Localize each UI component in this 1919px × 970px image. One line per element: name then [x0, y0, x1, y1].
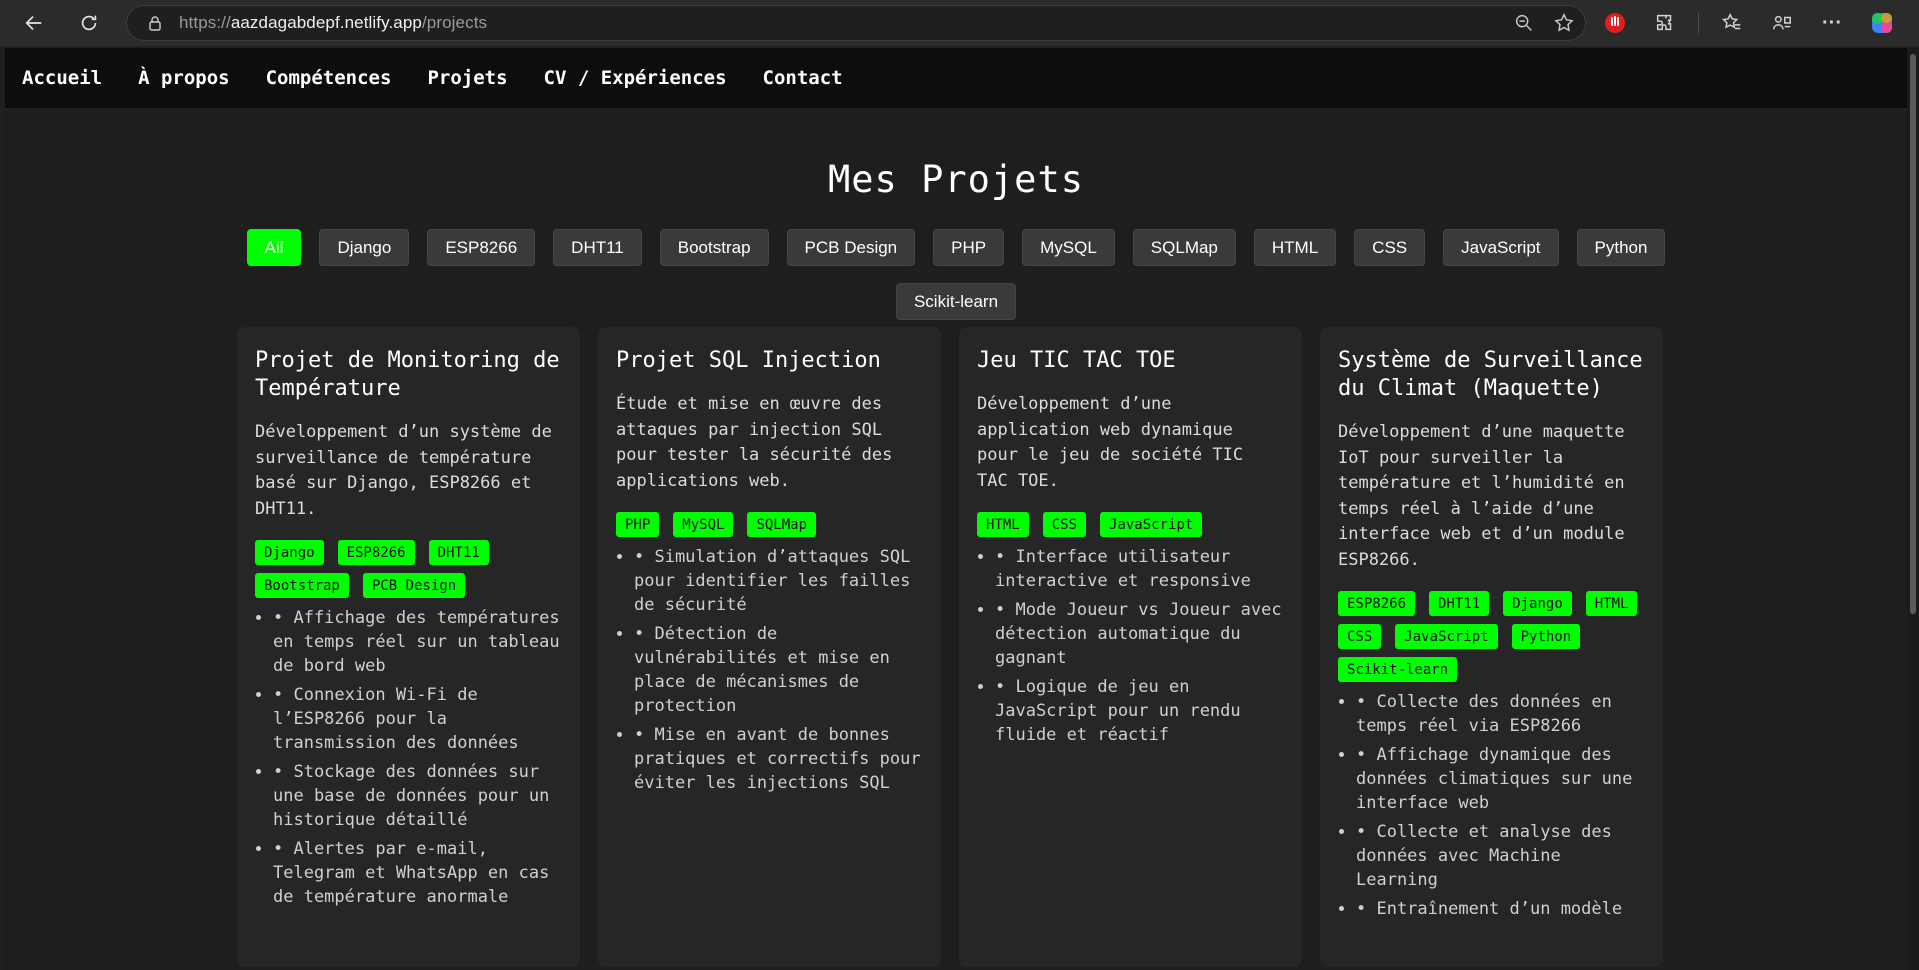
- project-title: Projet SQL Injection: [616, 348, 881, 373]
- tech-tag: JavaScript: [1395, 624, 1498, 649]
- reload-button[interactable]: [72, 6, 106, 40]
- filter-bar: All Django ESP8266 DHT11 Bootstrap PCB D…: [246, 229, 1666, 320]
- reload-icon: [81, 15, 97, 31]
- toolbar-separator: [1698, 12, 1699, 34]
- project-card: Projet de Monitoring de Température Déve…: [237, 327, 580, 967]
- feature-list: • Simulation d’attaques SQL pour identif…: [616, 545, 923, 795]
- project-card: Projet SQL Injection Étude et mise en œu…: [598, 327, 941, 967]
- tech-tag: HTML: [977, 512, 1029, 537]
- tech-tag: SQLMap: [747, 512, 817, 537]
- more-menu-icon[interactable]: ···: [1815, 6, 1849, 40]
- tech-tag: Python: [1511, 624, 1581, 649]
- arrow-left-icon: [25, 15, 42, 31]
- tech-tag: HTML: [1585, 591, 1638, 616]
- nav-link-projets[interactable]: Projets: [427, 67, 507, 89]
- filter-button-bootstrap[interactable]: Bootstrap: [659, 229, 769, 266]
- address-bar[interactable]: https://aazdagabdepf.netlify.app/project…: [126, 5, 1586, 41]
- adblock-extension-icon[interactable]: [1598, 6, 1632, 40]
- tech-tag: ESP8266: [1338, 591, 1416, 616]
- back-button[interactable]: [17, 6, 51, 40]
- filter-button-css[interactable]: CSS: [1354, 229, 1426, 266]
- url-text[interactable]: https://aazdagabdepf.netlify.app/project…: [179, 13, 487, 33]
- filter-button-esp8266[interactable]: ESP8266: [427, 229, 536, 266]
- filter-button-pcb-design[interactable]: PCB Design: [786, 229, 916, 266]
- filter-button-sqlmap[interactable]: SQLMap: [1132, 229, 1236, 266]
- browser-toolbar: https://aazdagabdepf.netlify.app/project…: [0, 0, 1919, 46]
- tech-tag: ESP8266: [337, 540, 415, 565]
- extensions-icon[interactable]: [1648, 6, 1682, 40]
- filter-button-python[interactable]: Python: [1576, 229, 1666, 266]
- filter-button-django[interactable]: Django: [319, 229, 410, 266]
- project-title: Jeu TIC TAC TOE: [977, 348, 1176, 373]
- tech-tag: PCB Design: [362, 573, 466, 598]
- project-card: Système de Surveillance du Climat (Maque…: [1320, 327, 1663, 967]
- tech-tag: CSS: [1042, 512, 1087, 537]
- feature-item: • Entraînement d’un modèle: [1356, 897, 1645, 921]
- project-description: Étude et mise en œuvre des attaques par …: [616, 394, 893, 491]
- feature-item: • Affichage dynamique des données climat…: [1356, 743, 1645, 815]
- nav-link-cv-experiences[interactable]: CV / Expériences: [544, 67, 727, 89]
- project-title: Projet de Monitoring de Température: [255, 348, 560, 401]
- filter-button-all[interactable]: All: [246, 229, 302, 266]
- page-scrollbar[interactable]: [1907, 48, 1919, 970]
- feature-list: • Interface utilisateur interactive et r…: [977, 545, 1284, 747]
- feature-item: • Affichage des températures en temps ré…: [273, 606, 562, 678]
- tech-tag: Scikit-learn: [1338, 657, 1458, 682]
- tech-tag: Django: [1503, 591, 1572, 616]
- filter-button-html[interactable]: HTML: [1253, 229, 1337, 266]
- page-title: Mes Projets: [827, 158, 1085, 201]
- nav-link-competences[interactable]: Compétences: [266, 67, 392, 89]
- filter-button-dht11[interactable]: DHT11: [553, 229, 642, 266]
- feature-item: • Connexion Wi-Fi de l’ESP8266 pour la t…: [273, 683, 562, 755]
- feature-list: • Affichage des températures en temps ré…: [255, 606, 562, 909]
- feature-item: • Interface utilisateur interactive et r…: [995, 545, 1284, 593]
- tech-tag: MySQL: [673, 512, 734, 537]
- tech-tag: CSS: [1338, 624, 1382, 649]
- zoom-icon[interactable]: [1513, 12, 1535, 34]
- filter-button-php[interactable]: PHP: [933, 229, 1005, 266]
- project-cards: Projet de Monitoring de Température Déve…: [237, 327, 1663, 967]
- nav-link-a-propos[interactable]: À propos: [138, 67, 230, 89]
- feature-item: • Mode Joueur vs Joueur avec détection a…: [995, 598, 1284, 670]
- project-title: Système de Surveillance du Climat (Maque…: [1338, 348, 1643, 401]
- tech-tag: JavaScript: [1100, 512, 1203, 537]
- project-tags: Django ESP8266 DHT11 Bootstrap PCB Desig…: [255, 540, 562, 598]
- project-card: Jeu TIC TAC TOE Développement d’une appl…: [959, 327, 1302, 967]
- project-description: Développement d’une application web dyna…: [977, 394, 1244, 491]
- project-tags: PHP MySQL SQLMap: [616, 512, 923, 537]
- tech-tag: Django: [255, 540, 324, 565]
- site-navigation: Accueil À propos Compétences Projets CV …: [5, 48, 1907, 108]
- project-description: Développement d’un système de surveillan…: [255, 422, 552, 519]
- nav-link-accueil[interactable]: Accueil: [22, 67, 102, 89]
- feature-item: • Stockage des données sur une base de d…: [273, 760, 562, 832]
- tech-tag: PHP: [616, 512, 660, 537]
- favorites-icon[interactable]: [1715, 6, 1749, 40]
- tech-tag: DHT11: [1429, 591, 1490, 616]
- feature-item: • Collecte des données en temps réel via…: [1356, 690, 1645, 738]
- feature-item: • Mise en avant de bonnes pratiques et c…: [634, 723, 923, 795]
- project-description: Développement d’une maquette IoT pour su…: [1338, 422, 1625, 570]
- feature-item: • Logique de jeu en JavaScript pour un r…: [995, 675, 1284, 747]
- favorite-star-icon[interactable]: [1553, 12, 1575, 34]
- tech-tag: DHT11: [428, 540, 489, 565]
- filter-button-mysql[interactable]: MySQL: [1022, 229, 1115, 266]
- feature-item: • Alertes par e-mail, Telegram et WhatsA…: [273, 837, 562, 909]
- filter-button-scikit-learn[interactable]: Scikit-learn: [895, 283, 1017, 320]
- feature-item: • Simulation d’attaques SQL pour identif…: [634, 545, 923, 617]
- copilot-icon[interactable]: [1865, 6, 1899, 40]
- scrollbar-thumb[interactable]: [1910, 54, 1916, 614]
- feature-list: • Collecte des données en temps réel via…: [1338, 690, 1645, 921]
- project-tags: ESP8266 DHT11 Django HTML CSS JavaScript…: [1338, 591, 1645, 682]
- collections-icon[interactable]: [1765, 6, 1799, 40]
- filter-button-javascript[interactable]: JavaScript: [1443, 229, 1559, 266]
- site-info-icon[interactable]: [147, 15, 163, 31]
- nav-link-contact[interactable]: Contact: [763, 67, 843, 89]
- feature-item: • Collecte et analyse des données avec M…: [1356, 820, 1645, 892]
- project-tags: HTML CSS JavaScript: [977, 512, 1284, 537]
- feature-item: • Détection de vulnérabilités et mise en…: [634, 622, 923, 718]
- tech-tag: Bootstrap: [255, 573, 349, 598]
